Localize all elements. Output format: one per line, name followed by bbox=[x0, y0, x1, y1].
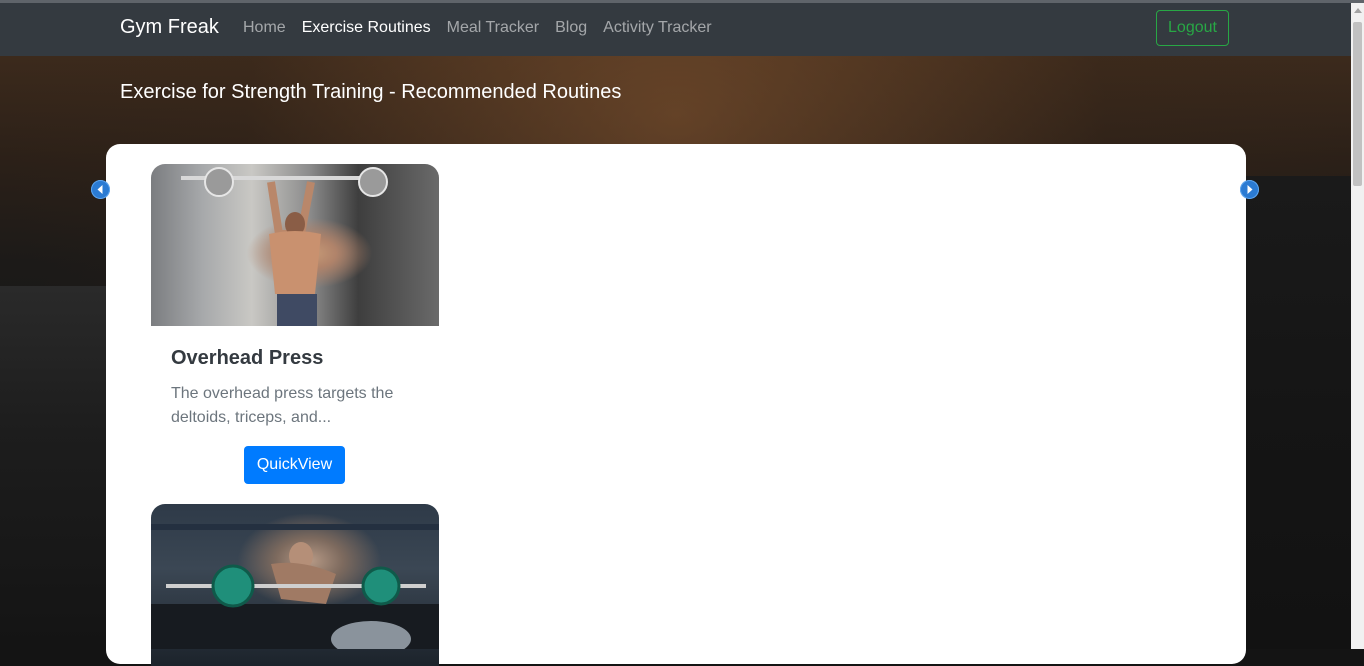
nav-link-home[interactable]: Home bbox=[243, 18, 286, 38]
nav-link-activity-tracker[interactable]: Activity Tracker bbox=[603, 18, 711, 38]
man-overhead-barbell-press-image bbox=[181, 167, 388, 326]
scroll-up-arrow-icon[interactable] bbox=[1354, 8, 1362, 13]
exercise-card bbox=[151, 504, 439, 666]
logout-button[interactable]: Logout bbox=[1156, 10, 1229, 46]
scrollbar-thumb[interactable] bbox=[1353, 22, 1362, 186]
exercise-card: Overhead Press The overhead press target… bbox=[151, 164, 439, 484]
overhead-press-image bbox=[151, 164, 439, 326]
card-description: The overhead press targets the deltoids,… bbox=[171, 385, 394, 426]
nav-link-blog[interactable]: Blog bbox=[555, 18, 587, 38]
background-gym-image-right bbox=[1246, 176, 1351, 649]
chevron-left-icon bbox=[97, 185, 103, 194]
chevron-right-icon bbox=[1247, 185, 1253, 194]
brand-link[interactable]: Gym Freak bbox=[120, 16, 219, 39]
carousel-next-button[interactable] bbox=[1240, 180, 1259, 199]
man-bent-over-barbell-row-image bbox=[151, 524, 439, 657]
quickview-button[interactable]: QuickView bbox=[244, 446, 345, 484]
carousel-prev-button[interactable] bbox=[91, 180, 110, 199]
card-title: Overhead Press bbox=[171, 347, 324, 369]
navbar: Gym Freak Home Exercise Routines Meal Tr… bbox=[0, 3, 1351, 56]
nav-links: Home Exercise Routines Meal Tracker Blog… bbox=[243, 18, 712, 38]
bent-over-row-image bbox=[151, 504, 439, 666]
page-title: Exercise for Strength Training - Recomme… bbox=[120, 81, 622, 103]
card-body: Overhead Press The overhead press target… bbox=[151, 326, 439, 430]
nav-link-exercise-routines[interactable]: Exercise Routines bbox=[302, 18, 431, 38]
background-gym-image-left bbox=[0, 286, 106, 649]
nav-link-meal-tracker[interactable]: Meal Tracker bbox=[447, 18, 539, 38]
page-scrollbar[interactable] bbox=[1351, 3, 1364, 649]
